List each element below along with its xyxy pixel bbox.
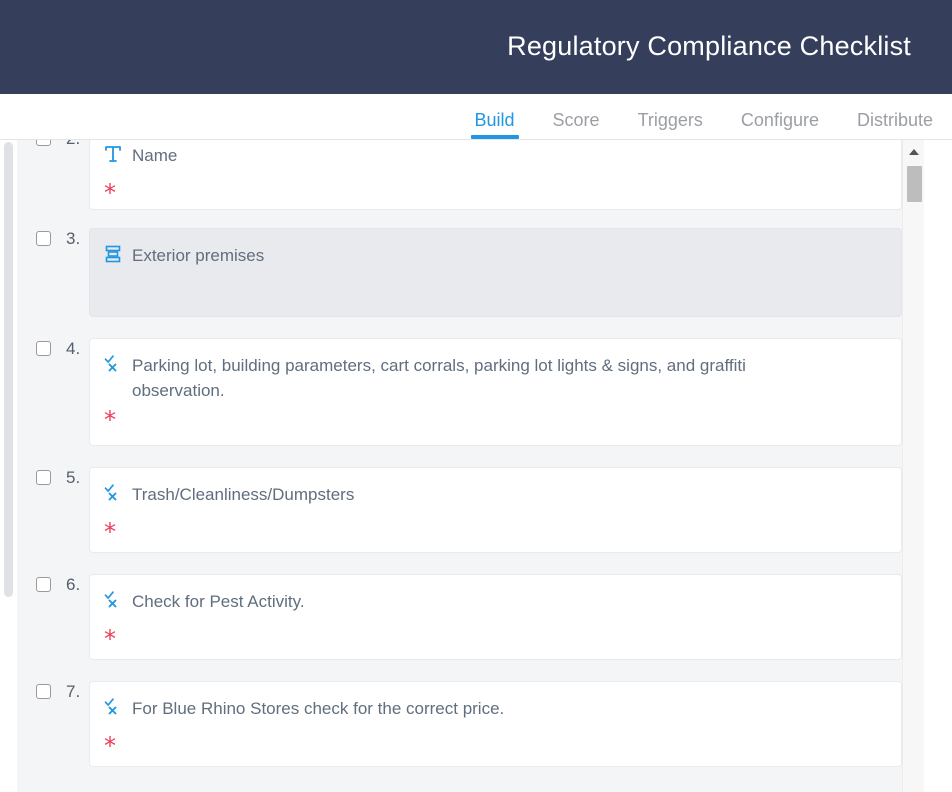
application-window: Regulatory Compliance Checklist Build Sc… [0, 0, 952, 792]
text-field-icon [104, 143, 130, 167]
list-item[interactable]: 7. For Blue Rhino Stores check for the c… [17, 681, 902, 767]
required-indicator: * [104, 732, 116, 760]
item-label: Check for Pest Activity. [132, 592, 305, 611]
item-card[interactable]: Trash/Cleanliness/Dumpsters * [89, 467, 902, 553]
item-number: 7. [66, 682, 81, 701]
item-header-line: Trash/Cleanliness/Dumpsters [104, 482, 885, 507]
pass-fail-icon [104, 589, 130, 613]
page-scrollbar-thumb[interactable] [4, 142, 13, 597]
required-indicator: * [104, 406, 116, 434]
right-gutter [924, 140, 952, 792]
item-number: 5. [66, 468, 81, 487]
item-label: Parking lot, building parameters, cart c… [132, 356, 746, 400]
pass-fail-icon [104, 353, 130, 377]
item-number: 6. [66, 575, 81, 594]
item-number: 4. [66, 339, 81, 358]
item-select-checkbox[interactable] [36, 231, 51, 246]
item-label: Trash/Cleanliness/Dumpsters [132, 485, 355, 504]
item-number: 3. [66, 229, 81, 248]
item-select-checkbox[interactable] [36, 684, 51, 699]
list-item[interactable]: 4. Parking lot, building parameters, car… [17, 338, 902, 446]
item-header-line: Name [104, 143, 885, 168]
checklist-scrollbar-thumb[interactable] [907, 166, 922, 202]
checklist-item-list: 2. Name * 3. [17, 140, 902, 792]
item-select-checkbox[interactable] [36, 341, 51, 356]
app-header: Regulatory Compliance Checklist [0, 0, 952, 94]
item-card[interactable]: For Blue Rhino Stores check for the corr… [89, 681, 902, 767]
item-select-checkbox[interactable] [36, 470, 51, 485]
item-header-line: For Blue Rhino Stores check for the corr… [104, 696, 885, 721]
tab-score[interactable]: Score [534, 111, 619, 139]
item-select-checkbox[interactable] [36, 140, 51, 146]
tab-configure[interactable]: Configure [722, 111, 838, 139]
item-number: 2. [51, 140, 89, 147]
page-scrollbar[interactable] [0, 140, 17, 792]
list-item[interactable]: 5. Trash/Cleanliness/Dumpsters * [17, 467, 902, 553]
pass-fail-icon [104, 482, 130, 506]
page-title: Regulatory Compliance Checklist [507, 31, 911, 62]
checklist-scrollbar[interactable] [902, 140, 924, 792]
checklist-body: 2. Name * 3. [0, 140, 952, 792]
list-item[interactable]: 2. Name * [17, 140, 902, 210]
item-card[interactable]: Name * [89, 140, 902, 210]
tab-triggers[interactable]: Triggers [619, 111, 722, 139]
tab-build[interactable]: Build [456, 111, 534, 139]
tab-distribute[interactable]: Distribute [838, 111, 952, 139]
section-label: Exterior premises [132, 246, 265, 265]
list-item[interactable]: 6. Check for Pest Activity. * [17, 574, 902, 660]
item-header-line: Check for Pest Activity. [104, 589, 885, 614]
item-card[interactable]: Parking lot, building parameters, cart c… [89, 338, 902, 446]
tab-bar: Build Score Triggers Configure Distribut… [0, 94, 952, 140]
item-label: For Blue Rhino Stores check for the corr… [132, 699, 505, 718]
section-card[interactable]: Exterior premises [89, 228, 902, 317]
required-indicator: * [104, 625, 116, 653]
pass-fail-icon [104, 696, 130, 720]
required-indicator: * [104, 179, 116, 207]
item-header-line: Parking lot, building parameters, cart c… [104, 353, 885, 403]
item-select-checkbox[interactable] [36, 577, 51, 592]
chevron-up-icon[interactable] [903, 144, 925, 160]
section-icon [104, 243, 130, 267]
list-item[interactable]: 3. Exterior premises [17, 228, 902, 317]
item-header-line: Exterior premises [104, 243, 885, 268]
item-card[interactable]: Check for Pest Activity. * [89, 574, 902, 660]
tab-list: Build Score Triggers Configure Distribut… [456, 111, 952, 139]
item-label: Name [132, 146, 178, 165]
required-indicator: * [104, 518, 116, 546]
